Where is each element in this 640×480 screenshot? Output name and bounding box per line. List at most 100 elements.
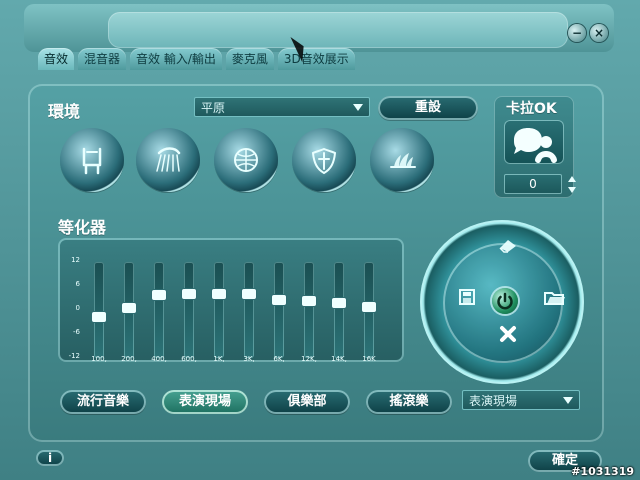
minimize-button[interactable]: −: [568, 24, 586, 42]
eraser-icon-graphic: [499, 240, 516, 253]
eq-db-label: 12: [71, 256, 80, 264]
info-button[interactable]: i: [36, 450, 64, 466]
down-arrow-icon[interactable]: [568, 187, 576, 193]
minimize-icon: −: [571, 26, 583, 40]
eq-preset-pop-button[interactable]: 流行音樂: [60, 390, 146, 414]
equalizer-label: 等化器: [58, 218, 107, 237]
eq-slider[interactable]: [92, 262, 106, 358]
karaoke-button[interactable]: [504, 120, 564, 164]
environment-preset-button-5[interactable]: [370, 128, 434, 192]
opera-house-icon-graphic: [390, 153, 416, 168]
eq-frequency-label: 1K,: [213, 355, 225, 363]
reset-button[interactable]: 重設: [378, 96, 478, 120]
eq-preset-club-button[interactable]: 俱樂部: [264, 390, 350, 414]
shower-icon: [150, 142, 186, 178]
eq-slider[interactable]: [182, 262, 196, 358]
close-icon: ×: [593, 26, 605, 40]
power-icon: [497, 292, 513, 310]
power-button[interactable]: [492, 288, 518, 314]
environment-preset-button-4[interactable]: [292, 128, 356, 192]
eq-slider[interactable]: [302, 262, 316, 358]
eq-preset-live-button[interactable]: 表演現場: [162, 390, 248, 414]
folder-open-icon-graphic: [544, 292, 565, 305]
environment-select[interactable]: 平原: [194, 97, 370, 117]
chair-icon-graphic: [82, 147, 102, 175]
eq-slider-thumb[interactable]: [92, 311, 106, 322]
environment-select-value: 平原: [201, 101, 226, 115]
title-bar: [24, 4, 614, 52]
shield-icon-graphic: [311, 147, 337, 175]
eq-frequency-label: 16K: [362, 355, 376, 363]
shower-icon-graphic: [156, 147, 181, 172]
eq-slider-thumb[interactable]: [242, 288, 256, 299]
eq-slider-thumb[interactable]: [152, 290, 166, 301]
equalizer-box: 12 6 0 -6 -12 100, 200, 400, 600, 1K, 3K, 6K, 1…: [58, 238, 404, 363]
eq-slider-thumb[interactable]: [122, 303, 136, 314]
close-window-button[interactable]: ×: [590, 24, 608, 42]
eq-db-label: 6: [75, 280, 80, 288]
chair-icon: [74, 142, 110, 178]
eq-slider-thumb[interactable]: [182, 288, 196, 299]
eq-slider-thumb[interactable]: [302, 296, 316, 307]
tab-microphone[interactable]: 麥克風: [225, 48, 274, 70]
tab-label: 麥克風: [231, 52, 268, 66]
environment-preset-button-3[interactable]: [214, 128, 278, 192]
tab-label: 3D音效展示: [283, 52, 349, 66]
eq-frequency-label: 600,: [181, 355, 197, 363]
eq-frequency-label: 6K,: [273, 355, 285, 363]
tab-mixer[interactable]: 混音器: [78, 48, 127, 70]
opera-house-icon: [384, 142, 420, 178]
eq-preset-label: 流行音樂: [76, 394, 129, 409]
eq-db-label: 0: [75, 304, 80, 312]
eq-slider[interactable]: [242, 262, 256, 358]
watermark-text: #1031319: [571, 465, 634, 478]
eq-preset-select[interactable]: 表演現場: [462, 390, 580, 410]
eq-preset-label: 俱樂部: [287, 394, 327, 409]
environment-label: 環境: [48, 102, 81, 121]
chevron-down-icon: [353, 104, 363, 111]
eq-slider-thumb[interactable]: [332, 298, 346, 309]
close-icon-graphic: [500, 326, 516, 342]
eq-db-label: -12: [68, 352, 80, 360]
eq-slider-thumb[interactable]: [272, 294, 286, 305]
shield-icon: [306, 142, 342, 178]
environment-preset-button-2[interactable]: [136, 128, 200, 192]
karaoke-label: 卡拉OK: [506, 101, 557, 117]
tab-3d-demo[interactable]: 3D音效展示: [277, 48, 355, 70]
eq-slider[interactable]: [152, 262, 166, 358]
eq-slider[interactable]: [122, 262, 136, 358]
folder-open-icon[interactable]: [542, 286, 566, 311]
eq-frequency-label: 200,: [121, 355, 137, 363]
eq-frequency-label: 100,: [91, 355, 107, 363]
karaoke-panel: 卡拉OK 0: [494, 96, 576, 198]
eq-slider[interactable]: [332, 262, 346, 358]
eq-slider[interactable]: [272, 262, 286, 358]
karaoke-value-text: 0: [529, 177, 537, 191]
eq-slider[interactable]: [212, 262, 226, 358]
eq-slider-thumb[interactable]: [362, 301, 376, 312]
tab-label: 音效: [44, 52, 69, 66]
eq-frequency-label: 400,: [151, 355, 167, 363]
karaoke-icon: [514, 128, 557, 163]
sound-settings-window: − × 音效 混音器 音效 輸入/輸出 麥克風 3D音效展示 環境 平原 重設: [0, 0, 640, 480]
eq-slider-thumb[interactable]: [212, 288, 226, 299]
globe-icon: [228, 142, 264, 178]
reset-button-label: 重設: [414, 100, 441, 115]
close-icon[interactable]: [498, 324, 518, 347]
tab-sound-effects[interactable]: 音效: [38, 48, 75, 70]
tabs: 音效 混音器 音效 輸入/輸出 麥克風 3D音效展示: [38, 48, 359, 72]
tab-label: 混音器: [84, 52, 121, 66]
info-icon: i: [47, 451, 53, 465]
karaoke-value[interactable]: 0: [504, 174, 562, 194]
eq-frequency-label: 3K,: [243, 355, 255, 363]
save-icon[interactable]: [456, 286, 478, 311]
tab-io[interactable]: 音效 輸入/輸出: [130, 48, 222, 70]
environment-preset-button-1[interactable]: [60, 128, 124, 192]
up-arrow-icon[interactable]: [568, 176, 576, 182]
eq-preset-rock-button[interactable]: 搖滾樂: [366, 390, 452, 414]
eq-slider[interactable]: [362, 262, 376, 358]
eq-preset-label: 搖滾樂: [389, 394, 429, 409]
eraser-icon[interactable]: [496, 236, 520, 257]
chevron-down-icon: [563, 397, 573, 404]
eq-db-label: -6: [73, 328, 80, 336]
